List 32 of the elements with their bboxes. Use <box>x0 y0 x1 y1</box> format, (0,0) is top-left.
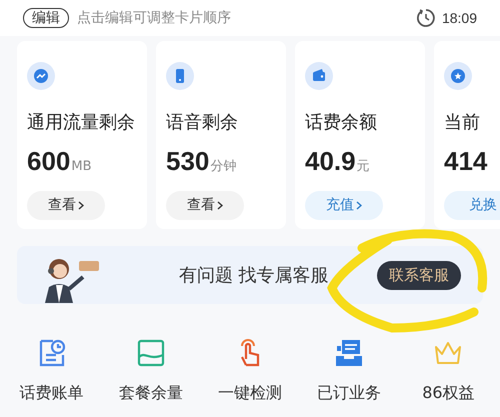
wallet-icon <box>305 62 333 90</box>
edit-button[interactable]: 编辑 <box>23 8 69 28</box>
card-value: 40.9 <box>305 145 356 178</box>
card-action-button[interactable]: 查看 <box>27 191 105 220</box>
card-action-button[interactable]: 兑换 <box>444 191 500 220</box>
card-title: 语音剩余 <box>166 111 239 135</box>
card-unit: 元 <box>356 158 370 176</box>
card-value: 530 <box>166 145 210 178</box>
card-title: 话费余额 <box>305 111 378 135</box>
shortcut-label[interactable]: 套餐余量 <box>118 381 183 405</box>
shortcut-label[interactable]: 86权益 <box>422 381 475 405</box>
phone-icon <box>166 62 194 90</box>
card-value: 414 <box>444 145 488 178</box>
chevron-right-icon <box>356 201 362 210</box>
edit-hint: 点击编辑可调整卡片顺序 <box>77 8 231 28</box>
card-unit: MB <box>71 158 92 176</box>
chevron-right-icon <box>78 201 84 210</box>
chevron-right-icon <box>217 201 223 210</box>
shortcut-label[interactable]: 已订业务 <box>317 381 382 405</box>
card-value: 600 <box>27 145 70 178</box>
card-unit: 分钟 <box>210 158 236 176</box>
card-title: 当前 <box>444 111 481 135</box>
update-time: 18:09 <box>442 8 477 28</box>
card-action-button[interactable]: 充值 <box>305 191 383 220</box>
banner-message: 有问题 找专属客服 <box>179 264 329 288</box>
card-title: 通用流量剩余 <box>27 111 136 135</box>
card-action-button[interactable]: 查看 <box>166 191 244 220</box>
refresh-clock-icon[interactable] <box>416 8 436 28</box>
shortcut-label[interactable]: 话费账单 <box>20 381 84 405</box>
shortcut-label[interactable]: 一键检测 <box>218 381 282 405</box>
contact-service-button[interactable]: 联系客服 <box>377 260 461 290</box>
trend-icon <box>27 62 55 90</box>
